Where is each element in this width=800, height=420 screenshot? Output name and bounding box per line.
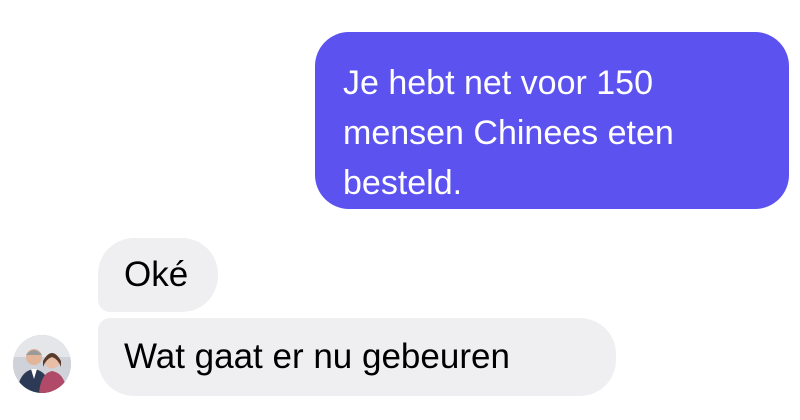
- incoming-message-bubble[interactable]: Oké: [98, 238, 218, 312]
- message-text: Oké: [124, 255, 189, 294]
- message-text: Wat gaat er nu gebeuren: [124, 337, 510, 376]
- contact-photo-icon: [13, 335, 71, 393]
- avatar[interactable]: [13, 335, 71, 393]
- outgoing-message-bubble[interactable]: Je hebt net voor 150 mensen Chinees eten…: [315, 32, 789, 209]
- incoming-message-bubble[interactable]: Wat gaat er nu gebeuren: [98, 318, 616, 396]
- chat-thread: Je hebt net voor 150 mensen Chinees eten…: [0, 0, 800, 420]
